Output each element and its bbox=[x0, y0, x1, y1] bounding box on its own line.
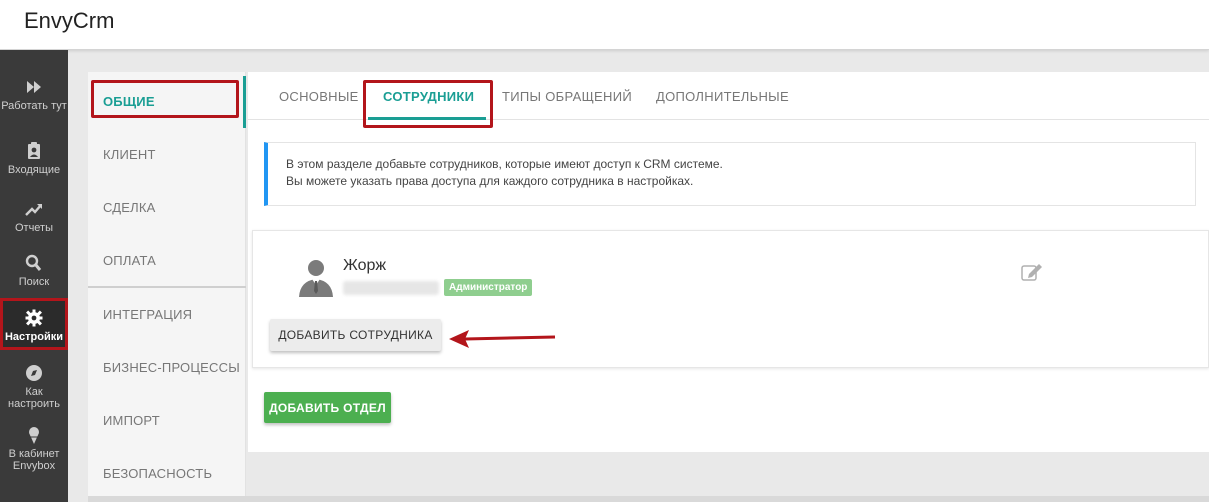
subnav-item-deal[interactable]: СДЕЛКА bbox=[103, 200, 156, 215]
red-arrow-annotation bbox=[449, 330, 556, 348]
add-employee-button[interactable]: ДОБАВИТЬ СОТРУДНИКА bbox=[270, 319, 441, 351]
employee-card: Жорж Администратор ДОБАВИТЬ СОТРУДНИКА bbox=[252, 230, 1209, 368]
content-area: ОБЩИЕ КЛИЕНТ СДЕЛКА ОПЛАТА ИНТЕГРАЦИЯ БИ… bbox=[88, 72, 1209, 502]
nav-item-settings[interactable]: Настройки bbox=[0, 298, 68, 350]
clipboard-user-icon bbox=[28, 142, 40, 159]
edit-icon[interactable] bbox=[1021, 263, 1043, 281]
subnav-item-payment[interactable]: ОПЛАТА bbox=[103, 253, 156, 268]
nav-label-search: Поиск bbox=[18, 276, 50, 288]
nav-item-inbox[interactable]: Входящие bbox=[0, 142, 68, 176]
nav-item-search[interactable]: Поиск bbox=[0, 254, 68, 288]
subnav-item-client[interactable]: КЛИЕНТ bbox=[103, 147, 156, 162]
bottom-strip bbox=[88, 496, 1209, 502]
role-badge: Администратор bbox=[444, 279, 533, 296]
nav-item-how-to-setup[interactable]: Как настроить bbox=[0, 364, 68, 410]
subnav-divider bbox=[88, 286, 246, 288]
add-department-button[interactable]: ДОБАВИТЬ ОТДЕЛ bbox=[264, 392, 391, 423]
left-navigation: Работать тут Входящие Отчеты Поиск Настр… bbox=[0, 50, 68, 502]
settings-subnav: ОБЩИЕ КЛИЕНТ СДЕЛКА ОПЛАТА ИНТЕГРАЦИЯ БИ… bbox=[88, 72, 246, 500]
employee-name[interactable]: Жорж bbox=[343, 257, 386, 275]
fast-forward-icon bbox=[27, 81, 41, 93]
subnav-item-security[interactable]: БЕЗОПАСНОСТЬ bbox=[103, 466, 212, 481]
nav-label-settings: Настройки bbox=[4, 331, 64, 343]
nav-label-work-here: Работать тут bbox=[1, 100, 67, 112]
subnav-item-business-processes[interactable]: БИЗНЕС-ПРОЦЕССЫ bbox=[103, 360, 240, 375]
tab-request-types[interactable]: ТИПЫ ОБРАЩЕНИЙ bbox=[502, 89, 632, 104]
subnav-item-integration[interactable]: ИНТЕГРАЦИЯ bbox=[103, 307, 192, 322]
nav-item-envybox-cabinet[interactable]: В кабинет Envybox bbox=[0, 426, 68, 472]
nav-label-reports: Отчеты bbox=[14, 222, 54, 234]
main-panel: ОСНОВНЫЕ СОТРУДНИКИ ТИПЫ ОБРАЩЕНИЙ ДОПОЛ… bbox=[248, 72, 1209, 452]
trending-up-icon bbox=[25, 204, 42, 216]
active-indicator bbox=[243, 76, 246, 128]
nav-label-how-to-setup: Как настроить bbox=[8, 386, 60, 410]
nav-label-envybox-cabinet: В кабинет Envybox bbox=[8, 448, 60, 472]
subnav-item-import[interactable]: ИМПОРТ bbox=[103, 413, 160, 428]
nav-item-work-here[interactable]: Работать тут bbox=[0, 78, 68, 112]
subnav-item-general[interactable]: ОБЩИЕ bbox=[103, 94, 155, 109]
info-line-1: В этом разделе добавьте сотрудников, кот… bbox=[286, 157, 723, 171]
ice-cream-icon bbox=[29, 427, 39, 444]
info-box: В этом разделе добавьте сотрудников, кот… bbox=[264, 142, 1196, 206]
app-title: EnvyCrm bbox=[24, 8, 115, 33]
nav-label-inbox: Входящие bbox=[7, 164, 61, 176]
info-line-2: Вы можете указать права доступа для кажд… bbox=[286, 174, 694, 188]
tab-basic[interactable]: ОСНОВНЫЕ bbox=[279, 89, 359, 104]
tab-additional[interactable]: ДОПОЛНИТЕЛЬНЫЕ bbox=[656, 89, 789, 104]
gear-icon bbox=[25, 309, 43, 327]
blurred-employee-email bbox=[343, 281, 439, 295]
user-avatar-icon bbox=[299, 260, 333, 297]
compass-icon bbox=[26, 365, 42, 381]
top-bar: EnvyCrm bbox=[0, 0, 1209, 50]
nav-item-reports[interactable]: Отчеты bbox=[0, 200, 68, 234]
highlight-box-employees-tab bbox=[363, 80, 493, 128]
search-icon bbox=[25, 254, 42, 271]
